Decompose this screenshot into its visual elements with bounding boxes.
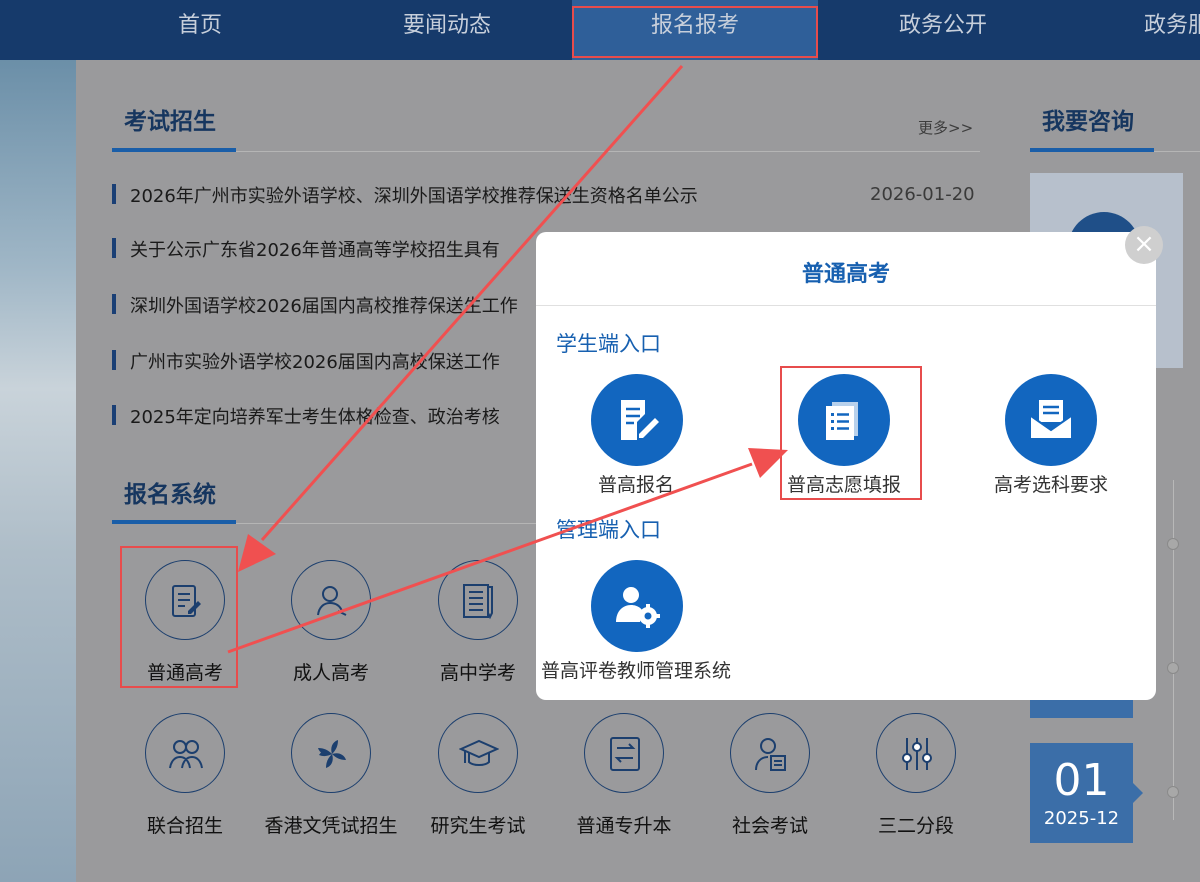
timeline-line <box>1173 480 1174 820</box>
modal-item-teacher-admin[interactable]: 普高评卷教师管理系统 <box>536 560 736 690</box>
system-label: 三二分段 <box>877 815 954 837</box>
register-section-underline <box>112 520 236 524</box>
register-section-divider <box>236 523 536 524</box>
system-zhuanshengben[interactable]: 普通专升本 <box>554 713 694 853</box>
envelope-doc-icon <box>1005 374 1097 466</box>
system-label: 研究生考试 <box>430 815 526 837</box>
group-icon <box>145 713 225 793</box>
system-sanerfenduan[interactable]: 三二分段 <box>846 713 986 853</box>
news-text[interactable]: 2026年广州市实验外语学校、深圳外国语学校推荐保送生资格名单公示 <box>130 182 698 208</box>
sliders-icon <box>876 713 956 793</box>
nav-affairs-service[interactable]: 政务服 <box>1130 0 1200 60</box>
edit-form-icon <box>591 374 683 466</box>
nav-highlight-box <box>572 6 818 58</box>
system-chengren-gaokao[interactable]: 成人高考 <box>261 560 401 700</box>
close-icon[interactable]: × <box>1125 226 1163 264</box>
modal-item-label: 高考选科要求 <box>993 474 1108 496</box>
register-section-title: 报名系统 <box>124 482 216 508</box>
exam-section-title: 考试招生 <box>124 109 216 135</box>
system-lianhe-zhaosheng[interactable]: 联合招生 <box>115 713 255 853</box>
system-label: 联合招生 <box>146 815 223 837</box>
student-entry-heading: 学生端入口 <box>556 332 661 356</box>
modal-item-label: 普高报名 <box>597 474 674 496</box>
modal-title: 普通高考 <box>801 262 890 287</box>
news-text[interactable]: 广州市实验外语学校2026届国内高校保送工作 <box>130 348 500 374</box>
news-text[interactable]: 关于公示广东省2026年普通高等学校招生具有 <box>130 236 500 262</box>
volunteer-highlight-box <box>780 366 922 500</box>
news-date: 2026-01-20 <box>870 184 975 205</box>
system-hkdse[interactable]: 香港文凭试招生 <box>261 713 401 853</box>
system-gaozhong-xuekao[interactable]: 高中学考 <box>408 560 548 700</box>
modal-item-subject-requirements[interactable]: 高考选科要求 <box>951 374 1151 504</box>
system-yanjiusheng[interactable]: 研究生考试 <box>408 713 548 853</box>
bauhinia-icon <box>291 713 371 793</box>
system-highlight-box <box>120 546 238 688</box>
nav-home[interactable]: 首页 <box>120 0 280 60</box>
graduation-cap-icon <box>438 713 518 793</box>
consult-title: 我要咨询 <box>1042 109 1134 135</box>
system-label: 普通专升本 <box>576 815 672 837</box>
person-doc-icon <box>730 713 810 793</box>
system-shehui-kaoshi[interactable]: 社会考试 <box>700 713 840 853</box>
user-gear-icon <box>591 560 683 652</box>
timeline-dot <box>1167 786 1179 798</box>
news-bullet <box>112 405 116 425</box>
news-bullet <box>112 350 116 370</box>
exam-section-divider <box>236 151 980 152</box>
timeline-dot <box>1167 662 1179 674</box>
date-pointer-icon <box>1133 783 1143 803</box>
date-month: 2025-12 <box>1043 808 1120 829</box>
modal-item-label: 普高评卷教师管理系统 <box>540 660 731 682</box>
nav-affairs-public[interactable]: 政务公开 <box>860 0 1026 60</box>
system-label: 高中学考 <box>439 662 516 684</box>
consult-divider <box>1154 151 1200 152</box>
news-text[interactable]: 深圳外国语学校2026届国内高校推荐保送生工作 <box>130 292 518 318</box>
system-label: 成人高考 <box>292 662 369 684</box>
news-bullet <box>112 184 116 204</box>
news-text[interactable]: 2025年定向培养军士考生体格检查、政治考核 <box>130 403 500 429</box>
news-bullet <box>112 294 116 314</box>
system-label: 社会考试 <box>731 815 808 837</box>
adult-person-icon <box>291 560 371 640</box>
transfer-doc-icon <box>584 713 664 793</box>
modal-item-registration[interactable]: 普高报名 <box>536 374 736 504</box>
nav-news[interactable]: 要闻动态 <box>360 0 534 60</box>
more-link[interactable]: 更多>> <box>918 117 973 138</box>
system-label: 香港文凭试招生 <box>264 815 398 837</box>
modal-divider <box>536 305 1156 306</box>
consult-underline <box>1030 148 1154 152</box>
notebook-icon <box>438 560 518 640</box>
timeline-dot <box>1167 538 1179 550</box>
exam-section-underline <box>112 148 236 152</box>
date-day: 01 <box>1053 755 1110 806</box>
admin-entry-heading: 管理端入口 <box>556 518 661 542</box>
sky-background <box>0 60 76 882</box>
news-bullet <box>112 238 116 258</box>
date-card[interactable]: 01 2025-12 <box>1030 743 1133 843</box>
